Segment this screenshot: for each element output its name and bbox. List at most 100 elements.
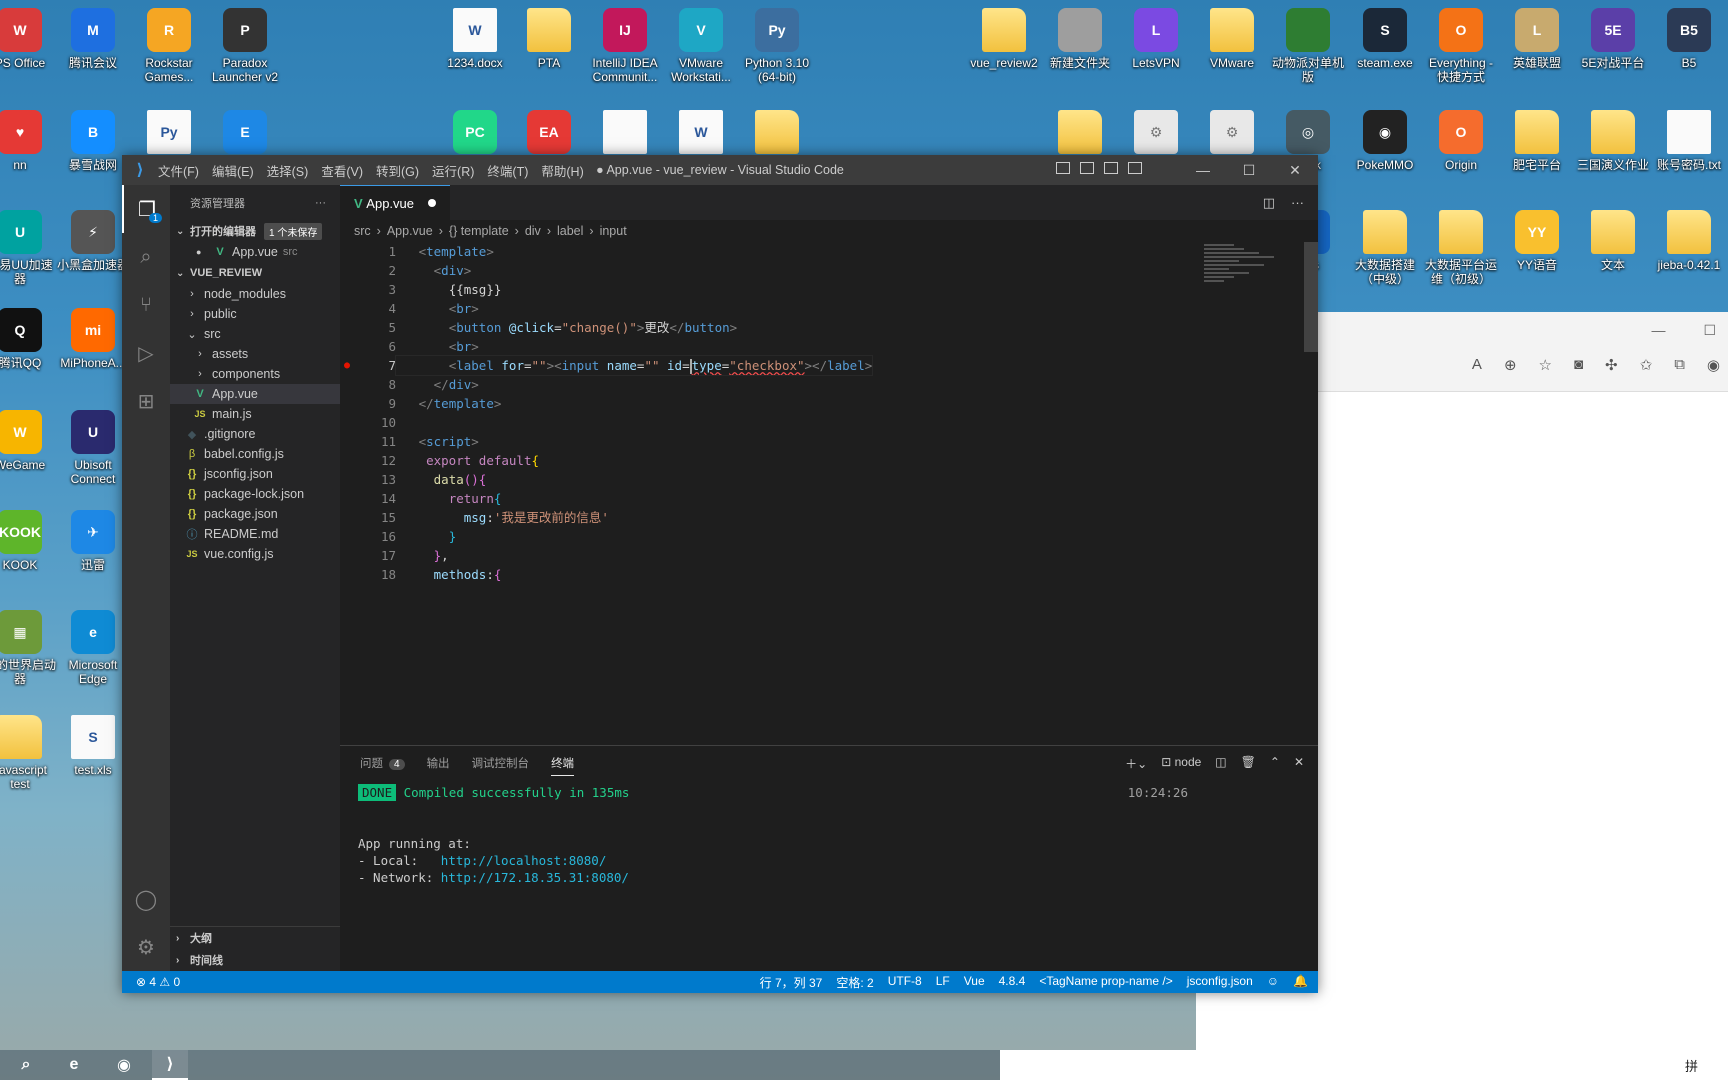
- desktop-icon[interactable]: [587, 110, 663, 158]
- feedback-icon[interactable]: ☺: [1267, 974, 1279, 991]
- menu-item[interactable]: 帮助(H): [541, 165, 583, 179]
- local-url-link[interactable]: http://localhost:8080/: [441, 853, 607, 868]
- status-problems[interactable]: ⊗ 4 ⚠ 0: [122, 975, 180, 989]
- breadcrumb-item[interactable]: input: [600, 224, 627, 238]
- zoom-icon[interactable]: ⊕: [1504, 356, 1517, 374]
- maximize-button[interactable]: ☐: [1226, 155, 1272, 185]
- unsaved-dot-icon[interactable]: [428, 199, 436, 207]
- desktop-icon[interactable]: W: [663, 110, 739, 158]
- search-icon[interactable]: ⌕: [8, 1050, 44, 1080]
- desktop-icon[interactable]: ✈ 迅雷: [55, 510, 131, 572]
- desktop-icon[interactable]: 文本: [1575, 210, 1651, 272]
- breadcrumb-item[interactable]: div: [525, 224, 541, 238]
- editor-scrollbar[interactable]: [1304, 242, 1318, 352]
- desktop-icon[interactable]: mi MiPhoneA...: [55, 308, 131, 370]
- desktop-icon[interactable]: U Ubisoft Connect: [55, 410, 131, 486]
- desktop-icon[interactable]: ⚙: [1118, 110, 1194, 158]
- desktop-icon[interactable]: R Rockstar Games...: [131, 8, 207, 84]
- desktop-icon[interactable]: O Everything - 快捷方式: [1423, 8, 1499, 84]
- desktop-icon[interactable]: E: [207, 110, 283, 158]
- toggle-secondary-sidebar-icon[interactable]: [1104, 162, 1118, 174]
- code-editor[interactable]: 1 <template> 2 <div> 3 {{msg}} 4 <br> 5 …: [340, 242, 1204, 745]
- status-encoding[interactable]: UTF-8: [888, 974, 922, 991]
- unsaved-dot-icon[interactable]: ●: [196, 247, 212, 257]
- desktop-icon[interactable]: 大数据搭建（中级）: [1347, 210, 1423, 286]
- vscode-taskbar-icon[interactable]: ⟩: [152, 1050, 188, 1080]
- timeline-header[interactable]: › 时间线: [170, 949, 340, 971]
- tree-file[interactable]: {} package.json: [170, 504, 340, 524]
- source-control-icon[interactable]: ⑂: [122, 281, 170, 329]
- tree-file[interactable]: ⓘ README.md: [170, 524, 340, 544]
- desktop-icon[interactable]: W WeGame: [0, 410, 58, 472]
- puzzle-icon[interactable]: ✣: [1605, 356, 1618, 374]
- outline-header[interactable]: › 大纲: [170, 927, 340, 949]
- tree-folder[interactable]: ⌄ src: [170, 324, 340, 344]
- desktop-icon[interactable]: ▦ 我的世界启动器: [0, 610, 58, 686]
- open-editor-item[interactable]: ● V App.vue src: [170, 242, 340, 262]
- tree-file[interactable]: JS vue.config.js: [170, 544, 340, 564]
- tree-folder[interactable]: › node_modules: [170, 284, 340, 304]
- breadcrumb-item[interactable]: {} template: [449, 224, 509, 238]
- read-aloud-icon[interactable]: A: [1472, 356, 1482, 374]
- desktop-icon[interactable]: 账号密码.txt: [1651, 110, 1727, 172]
- desktop-icon[interactable]: 三国演义作业: [1575, 110, 1651, 172]
- new-terminal-icon[interactable]: ＋⌄: [1125, 755, 1147, 772]
- status-tag-format[interactable]: <TagName prop-name />: [1039, 974, 1172, 991]
- collections-icon[interactable]: ⧉: [1674, 356, 1685, 374]
- split-terminal-icon[interactable]: ◫: [1215, 755, 1226, 772]
- tab-terminal[interactable]: 终端: [551, 755, 575, 776]
- desktop-icon[interactable]: 动物派对单机版: [1270, 8, 1346, 84]
- profile-icon[interactable]: ◉: [1707, 356, 1720, 374]
- toggle-sidebar-icon[interactable]: [1056, 162, 1070, 174]
- maximize-icon[interactable]: ☐: [1703, 322, 1716, 338]
- desktop-icon[interactable]: [1042, 110, 1118, 158]
- app-icon[interactable]: ◉: [106, 1050, 142, 1080]
- favorites-icon[interactable]: ✩: [1640, 356, 1653, 374]
- customize-layout-icon[interactable]: [1128, 162, 1142, 174]
- menu-item[interactable]: 运行(R): [432, 165, 474, 179]
- tab-problems[interactable]: 问题 4: [360, 755, 405, 771]
- desktop-icon[interactable]: L 英雄联盟: [1499, 8, 1575, 70]
- desktop-icon[interactable]: U 网易UU加速器: [0, 210, 58, 286]
- status-spaces[interactable]: 空格: 2: [836, 974, 873, 991]
- desktop-icon[interactable]: [739, 110, 815, 158]
- desktop-icon[interactable]: Stest.xls: [55, 715, 131, 777]
- desktop-icon[interactable]: ⚡ 小黑盒加速器: [55, 210, 131, 272]
- desktop-icon[interactable]: 肥宅平台: [1499, 110, 1575, 172]
- desktop-icon[interactable]: IJ IntelliJ IDEA Communit...: [587, 8, 663, 84]
- desktop-icon[interactable]: KOOK KOOK: [0, 510, 58, 572]
- extensions-icon[interactable]: ⊞: [122, 377, 170, 425]
- menu-item[interactable]: 选择(S): [267, 165, 309, 179]
- explorer-icon[interactable]: ❐ 1: [122, 185, 170, 233]
- tree-folder[interactable]: › public: [170, 304, 340, 324]
- search-icon[interactable]: ⌕: [122, 233, 170, 281]
- desktop-icon[interactable]: Py: [131, 110, 207, 158]
- tree-file[interactable]: {} jsconfig.json: [170, 464, 340, 484]
- terminal-output[interactable]: DONE Compiled successfully in 135ms 10:24…: [340, 784, 1318, 886]
- edge-icon[interactable]: e: [56, 1050, 92, 1080]
- menu-item[interactable]: 查看(V): [321, 165, 363, 179]
- desktop-icon[interactable]: M 腾讯会议: [55, 8, 131, 70]
- tree-folder[interactable]: › components: [170, 364, 340, 384]
- tab-debug-console[interactable]: 调试控制台: [472, 755, 530, 771]
- toggle-panel-icon[interactable]: [1080, 162, 1094, 174]
- extension-icon[interactable]: ◙: [1574, 356, 1583, 374]
- more-actions-icon[interactable]: ···: [315, 197, 326, 209]
- desktop-icon[interactable]: vue_review2: [966, 8, 1042, 70]
- desktop-icon[interactable]: Javascript test: [0, 715, 58, 791]
- maximize-panel-icon[interactable]: ⌃: [1270, 755, 1280, 772]
- status-eol[interactable]: LF: [936, 974, 950, 991]
- desktop-icon[interactable]: 新建文件夹: [1042, 8, 1118, 70]
- close-button[interactable]: ✕: [1272, 155, 1318, 185]
- desktop-icon[interactable]: e Microsoft Edge: [55, 610, 131, 686]
- desktop-icon[interactable]: ⚙: [1194, 110, 1270, 158]
- trash-icon[interactable]: 🗑: [1241, 755, 1256, 772]
- desktop-icon[interactable]: Q 腾讯QQ: [0, 308, 58, 370]
- menu-item[interactable]: 编辑(E): [212, 165, 254, 179]
- desktop-icon[interactable]: 大数据平台运维（初级）: [1423, 210, 1499, 286]
- breadcrumb-item[interactable]: App.vue: [387, 224, 433, 238]
- run-debug-icon[interactable]: ▷: [122, 329, 170, 377]
- network-url-link[interactable]: http://172.18.35.31:8080/: [441, 870, 629, 885]
- split-editor-icon[interactable]: ◫: [1263, 195, 1275, 211]
- favorite-icon[interactable]: ☆: [1539, 356, 1552, 374]
